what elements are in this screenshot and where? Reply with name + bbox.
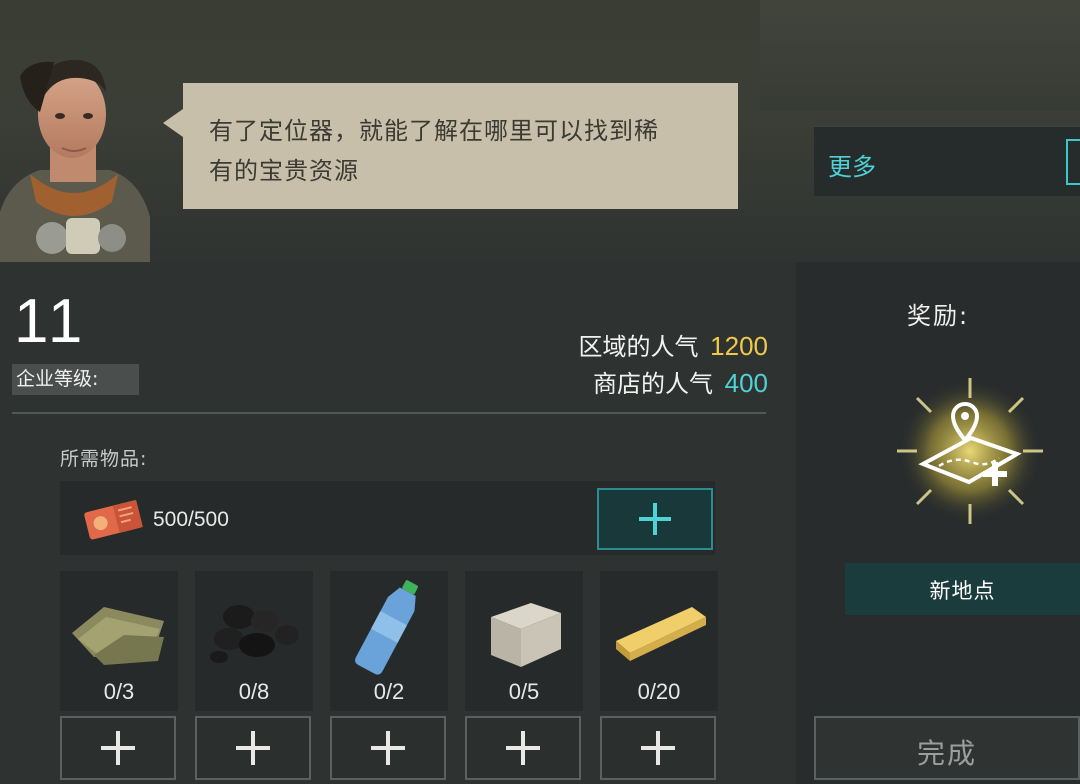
add-item-button[interactable] — [330, 716, 446, 780]
item-count: 0/2 — [373, 679, 405, 704]
add-item-button[interactable] — [465, 716, 581, 780]
item-card-coal[interactable]: 0/8 — [195, 571, 313, 711]
shop-popularity-label: 商店的人气 — [592, 370, 713, 398]
area-popularity-value: 1200 — [710, 331, 768, 361]
section-divider — [12, 412, 766, 414]
add-item-button[interactable] — [600, 716, 716, 780]
more-button[interactable]: 更多 — [814, 126, 1080, 196]
dialogue-line: 有了定位器，就能了解在哪里可以找到稀 — [209, 117, 659, 145]
item-card-cloth[interactable]: 0/3 — [60, 571, 178, 711]
complete-button[interactable]: 完成 — [814, 716, 1080, 780]
add-currency-button[interactable] — [597, 488, 713, 550]
reward-name-bar: 新地点 — [845, 563, 1080, 615]
plus-icon — [371, 731, 405, 765]
currency-count: 500/500 — [153, 508, 229, 531]
npc-dialogue-bubble: 有了定位器，就能了解在哪里可以找到稀 有的宝贵资源 — [163, 83, 738, 209]
dialogue-line: 有的宝贵资源 — [209, 157, 359, 185]
stone-block-icon — [491, 603, 561, 667]
more-label: 更多 — [828, 153, 876, 181]
item-card-stone-block[interactable]: 0/5 — [465, 571, 583, 711]
item-card-wood-plank[interactable]: 0/20 — [600, 571, 718, 711]
shop-popularity-value: 400 — [724, 368, 768, 398]
complete-button-label: 完成 — [916, 737, 977, 770]
ticket-icon — [84, 499, 143, 540]
plus-icon — [641, 731, 675, 765]
plus-icon — [639, 503, 671, 535]
plus-icon — [506, 731, 540, 765]
water-bottle-icon — [355, 580, 418, 675]
plus-icon — [101, 731, 135, 765]
area-popularity: 区域的人气 1200 — [579, 327, 768, 362]
required-items-label: 所需物品: — [60, 448, 148, 470]
add-item-button[interactable] — [195, 716, 311, 780]
item-card-water-bottle[interactable]: 0/2 — [330, 571, 448, 711]
coal-icon — [210, 605, 299, 663]
item-count: 0/5 — [508, 679, 540, 704]
shop-popularity: 商店的人气 400 — [593, 364, 768, 399]
more-bracket-icon — [1066, 139, 1080, 185]
reward-label: 奖励: — [906, 302, 970, 330]
item-count: 0/3 — [103, 679, 135, 704]
cloth-icon — [72, 607, 164, 665]
reward-name: 新地点 — [929, 579, 996, 603]
add-item-button[interactable] — [60, 716, 176, 780]
npc-portrait — [0, 59, 150, 262]
area-popularity-label: 区域的人气 — [578, 333, 699, 361]
wood-plank-icon — [616, 607, 706, 661]
item-count: 0/8 — [238, 679, 270, 704]
company-level-value: 11 — [14, 287, 87, 356]
plus-icon — [236, 731, 270, 765]
map-location-plus-icon — [897, 378, 1043, 524]
item-count: 0/20 — [637, 679, 681, 704]
company-level-label: 企业等级: — [12, 364, 139, 395]
